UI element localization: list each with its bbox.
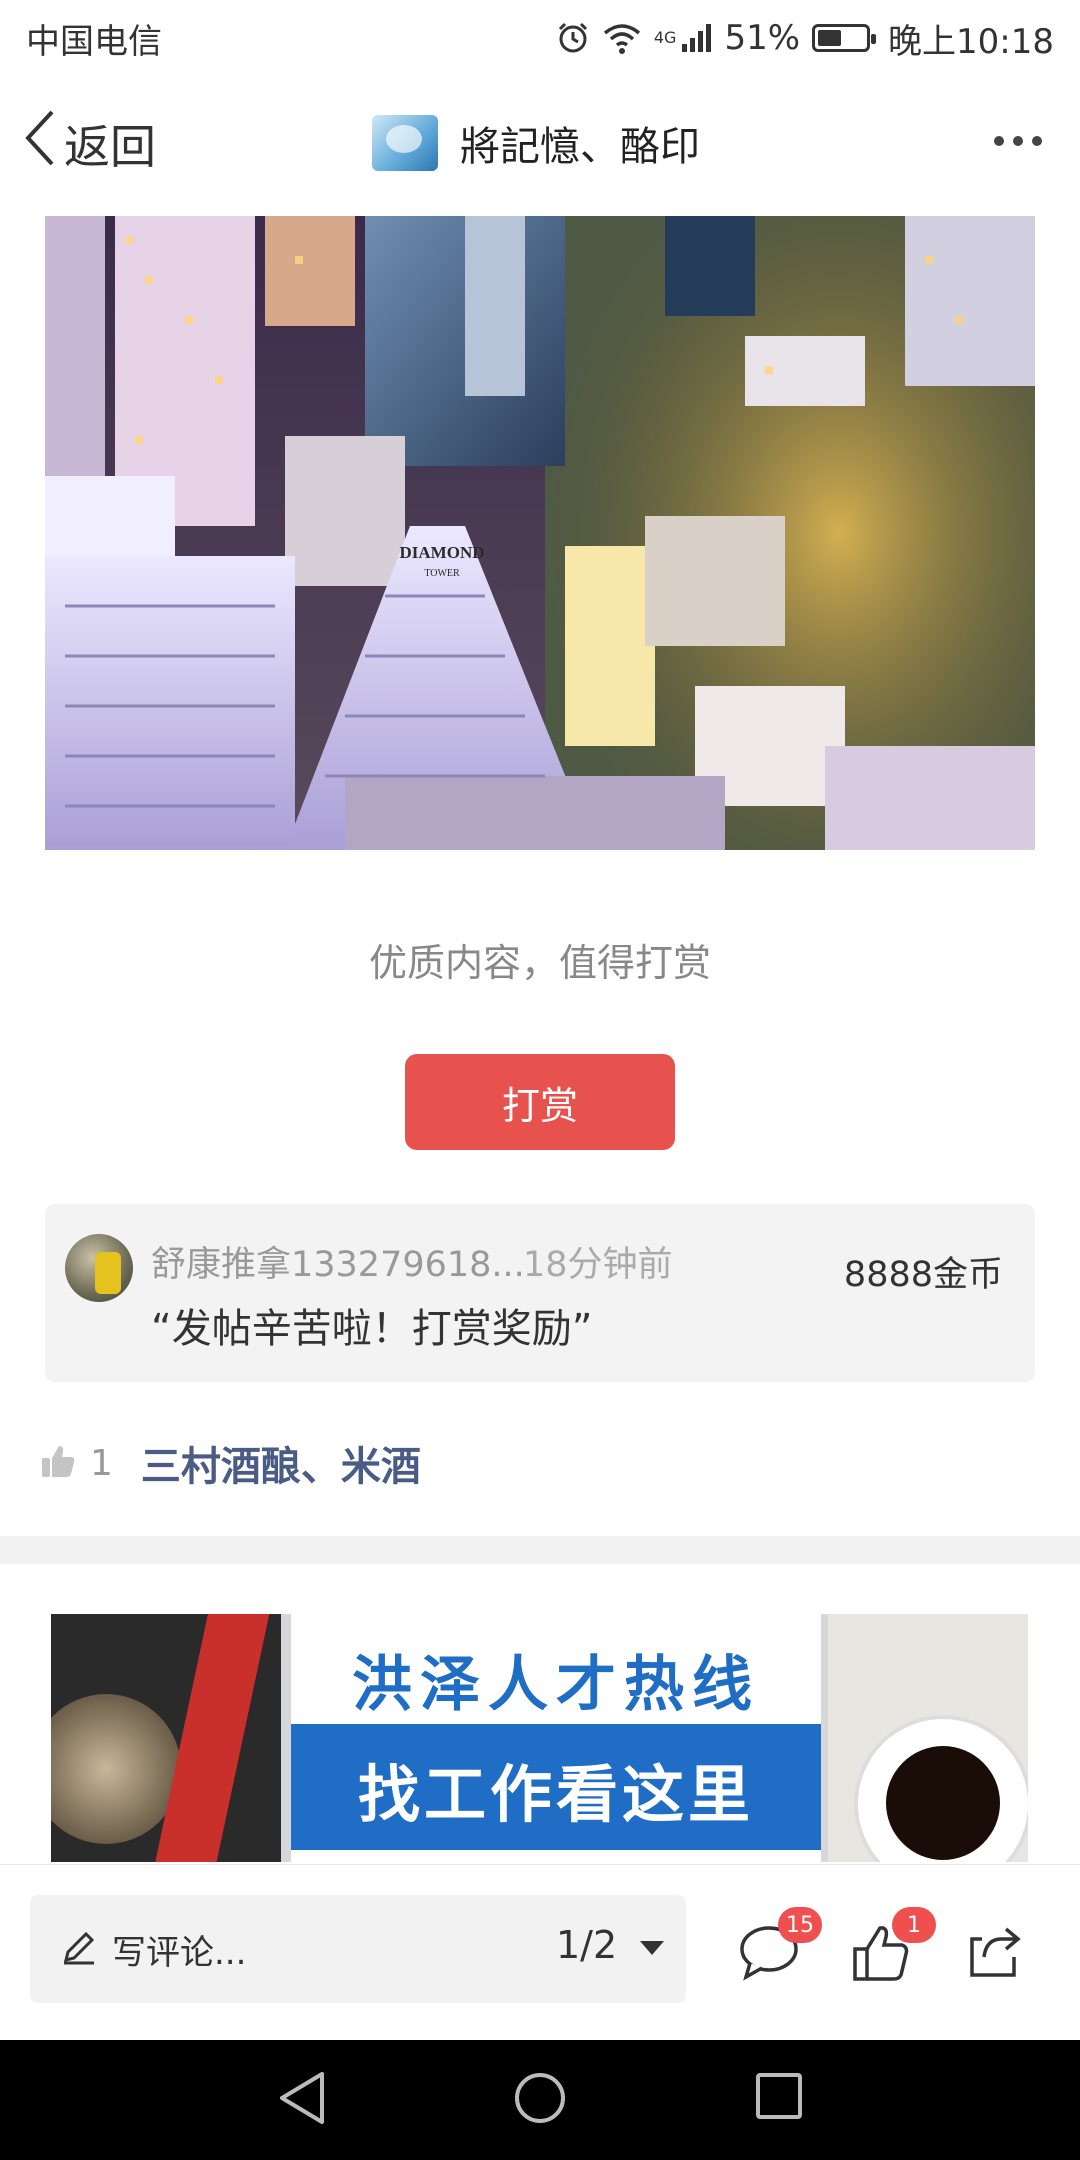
top-nav-header: 返回 將記憶、酪印 xyxy=(0,96,1080,192)
back-label: 返回 xyxy=(64,119,156,174)
article-image[interactable]: DIAMOND TOWER xyxy=(45,216,1035,850)
battery-fill xyxy=(818,30,842,46)
ad-subheadline: 找工作看这里 xyxy=(357,1758,754,1831)
likers-names[interactable]: 三村酒酿、米酒 xyxy=(141,1434,421,1492)
pencil-icon xyxy=(60,1928,98,1970)
avatar[interactable] xyxy=(65,1234,133,1302)
reward-message: “发帖辛苦啦！打赏奖励” xyxy=(151,1306,593,1352)
home-nav-icon[interactable] xyxy=(512,2070,568,2130)
like-count: 1 xyxy=(90,1442,113,1484)
reward-user-name[interactable]: 舒康推拿133279618... xyxy=(151,1236,525,1287)
more-dot-icon xyxy=(1032,136,1042,146)
share-button[interactable] xyxy=(966,1923,1030,1987)
reward-amount: 8888金币 xyxy=(843,1255,1003,1295)
ad-decoration-right xyxy=(828,1614,1028,1862)
building-sign-tower: TOWER xyxy=(424,568,460,579)
reward-button[interactable]: 打赏 xyxy=(405,1054,675,1150)
bottom-action-bar: 写评论... 1/2 15 1 xyxy=(0,1864,1080,2040)
status-bar: 中国电信 4G 51% 晚上10:18 xyxy=(0,0,1080,76)
comments-button[interactable]: 15 xyxy=(738,1907,822,1987)
page-indicator[interactable]: 1/2 xyxy=(556,1923,617,1967)
thumbs-up-icon xyxy=(40,1443,76,1483)
like-row: 1 三村酒酿、米酒 xyxy=(40,1434,421,1492)
battery-icon xyxy=(812,24,877,52)
reward-time: 18分钟前 xyxy=(523,1245,673,1285)
alarm-icon xyxy=(556,21,590,55)
back-nav-icon[interactable] xyxy=(276,2070,328,2130)
wifi-icon xyxy=(602,21,642,55)
back-arrow-icon xyxy=(22,108,56,179)
ad-stamp xyxy=(51,1694,181,1844)
comment-placeholder: 写评论... xyxy=(112,1932,247,1973)
reward-record-card: 舒康推拿133279618... 18分钟前 8888金币 “发帖辛苦啦！打赏奖… xyxy=(45,1204,1035,1382)
site-logo xyxy=(372,115,438,171)
like-count-badge: 1 xyxy=(892,1907,936,1943)
status-icons: 4G 51% 晚上10:18 xyxy=(556,14,1054,63)
more-dot-icon xyxy=(994,136,1004,146)
ad-decoration-left xyxy=(51,1614,281,1862)
back-button[interactable]: 返回 xyxy=(22,108,156,179)
page-title-group: 將記憶、酪印 xyxy=(372,114,700,172)
more-options-button[interactable] xyxy=(994,136,1042,146)
comment-count-badge: 15 xyxy=(778,1907,822,1943)
building-sign-diamond: DIAMOND xyxy=(400,543,485,562)
caret-down-icon[interactable] xyxy=(640,1941,664,1955)
share-icon xyxy=(966,1923,1030,1981)
ad-banner[interactable]: 洪泽人才热线 找工作看这里 xyxy=(51,1614,1028,1862)
carrier-label: 中国电信 xyxy=(26,21,162,62)
section-divider xyxy=(0,1536,1080,1564)
system-nav-bar xyxy=(0,2040,1080,2160)
page-title: 將記憶、酪印 xyxy=(460,124,700,170)
like-button[interactable]: 1 xyxy=(852,1907,936,1987)
coffee xyxy=(886,1746,1000,1860)
battery-percent: 51% xyxy=(724,18,801,58)
signal-icon xyxy=(680,22,712,54)
clock: 晚上10:18 xyxy=(888,21,1054,62)
more-dot-icon xyxy=(1013,136,1023,146)
ad-headline: 洪泽人才热线 xyxy=(352,1650,760,1720)
reward-prompt: 优质内容，值得打赏 xyxy=(368,941,711,985)
network-type-label: 4G xyxy=(653,27,677,47)
recents-nav-icon[interactable] xyxy=(754,2070,804,2128)
